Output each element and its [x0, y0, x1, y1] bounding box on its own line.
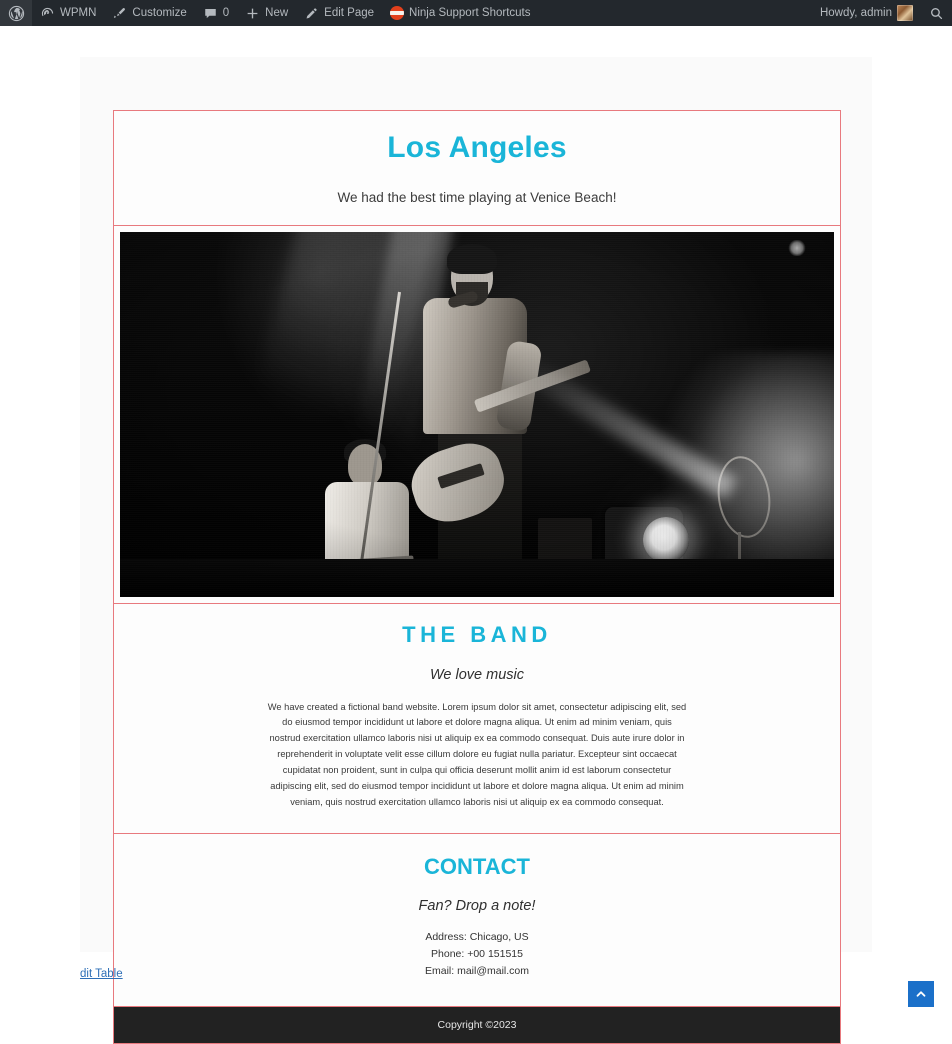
- stage-floor: [120, 558, 834, 597]
- band-stage-photo: [120, 231, 834, 597]
- ninja-icon: [390, 6, 405, 20]
- pencil-icon: [304, 6, 319, 21]
- adminbar-item-comments[interactable]: 0: [195, 0, 237, 26]
- page-canvas: Los Angeles We had the best time playing…: [0, 26, 952, 1044]
- contact-details: Address: Chicago, US Phone: +00 151515 E…: [124, 929, 830, 980]
- adminbar-item-customize[interactable]: Customize: [104, 0, 194, 26]
- wordpress-logo-icon: [8, 5, 25, 22]
- truss-light: [788, 239, 806, 256]
- band-subheading: We love music: [429, 666, 524, 683]
- adminbar-label-edit-page: Edit Page: [324, 7, 375, 19]
- adminbar-my-account[interactable]: Howdy, admin: [812, 0, 921, 26]
- page-title: Los Angeles: [387, 131, 567, 164]
- contact-subheading: Fan? Drop a note!: [418, 898, 536, 915]
- content-container: Los Angeles We had the best time playing…: [80, 57, 872, 1044]
- paintbrush-icon: [112, 6, 127, 21]
- wp-admin-bar: WPMN Customize 0 New Edit Page Ninja Sup…: [0, 0, 952, 26]
- header-tagline: We had the best time playing at Venice B…: [337, 189, 617, 205]
- adminbar-right-group: Howdy, admin: [812, 0, 952, 26]
- adminbar-comment-count: 0: [222, 7, 230, 19]
- adminbar-label-ninja-support: Ninja Support Shortcuts: [409, 7, 531, 19]
- hero-image-section: [114, 225, 840, 604]
- contact-section: CONTACT Fan? Drop a note! Address: Chica…: [114, 834, 840, 1008]
- adminbar-label-site-name: WPMN: [60, 7, 97, 19]
- howdy-label: Howdy, admin: [819, 7, 892, 19]
- scroll-to-top-button[interactable]: [908, 981, 934, 1007]
- singer-hair: [447, 243, 497, 274]
- edit-table-link[interactable]: dit Table: [80, 968, 123, 980]
- adminbar-item-new[interactable]: New: [237, 0, 296, 26]
- adminbar-item-ninja-support[interactable]: Ninja Support Shortcuts: [382, 0, 538, 26]
- plus-icon: [245, 6, 260, 21]
- search-icon: [929, 6, 944, 21]
- site-footer: Copyright ©2023: [114, 1007, 840, 1044]
- comment-bubble-icon: [203, 6, 218, 21]
- adminbar-search-button[interactable]: [921, 0, 952, 26]
- contact-heading: CONTACT: [424, 854, 530, 880]
- contact-address: Address: Chicago, US: [425, 931, 529, 944]
- band-heading: THE BAND: [402, 621, 552, 647]
- band-site-frame: Los Angeles We had the best time playing…: [113, 110, 841, 1044]
- band-section: THE BAND We love music We have created a…: [114, 603, 840, 835]
- adminbar-label-customize: Customize: [132, 7, 187, 19]
- site-header-section: Los Angeles We had the best time playing…: [114, 111, 840, 226]
- copyright-text: Copyright ©2023: [437, 1019, 517, 1032]
- dashboard-icon: [40, 6, 55, 21]
- avatar: [897, 5, 913, 21]
- wp-logo-menu[interactable]: [0, 0, 32, 26]
- band-paragraph: We have created a fictional band website…: [267, 701, 687, 808]
- contact-phone: Phone: +00 151515: [431, 948, 523, 961]
- chevron-up-icon: [914, 987, 928, 1001]
- adminbar-label-new: New: [265, 7, 289, 19]
- adminbar-item-site-name[interactable]: WPMN: [32, 0, 104, 26]
- adminbar-item-edit-page[interactable]: Edit Page: [296, 0, 382, 26]
- contact-email: Email: mail@mail.com: [424, 965, 529, 978]
